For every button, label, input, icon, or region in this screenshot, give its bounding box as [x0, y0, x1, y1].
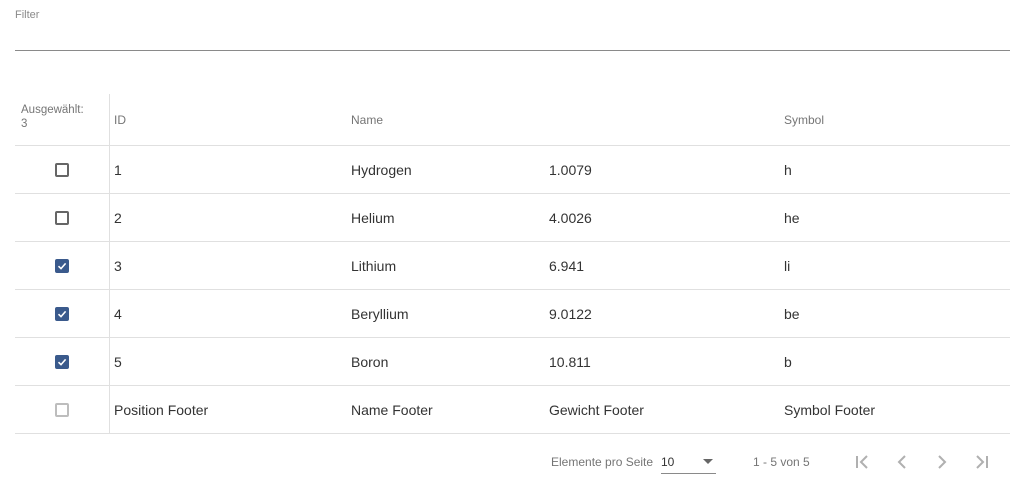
- check-icon: [57, 358, 67, 366]
- check-icon: [57, 262, 67, 270]
- table-header-row: Ausgewählt: 3 ID Name Symbol: [15, 94, 1010, 146]
- cell-weight: 6.941: [549, 257, 585, 274]
- previous-page-button[interactable]: [890, 450, 914, 474]
- table-row[interactable]: 4 Beryllium 9.0122 be: [15, 290, 1010, 338]
- cell-name: Hydrogen: [351, 161, 412, 178]
- cell-name: Beryllium: [351, 305, 409, 322]
- row-select-cell: [15, 242, 110, 289]
- page-size-select[interactable]: 10: [661, 451, 716, 474]
- column-header-weight[interactable]: [549, 94, 779, 145]
- row-checkbox[interactable]: [55, 306, 69, 321]
- row-checkbox[interactable]: [55, 210, 69, 225]
- column-header-symbol[interactable]: Symbol: [784, 94, 1004, 145]
- footer-weight: Gewicht Footer: [549, 401, 644, 418]
- cell-name: Helium: [351, 209, 395, 226]
- filter-label: Filter: [15, 9, 40, 21]
- cell-name: Boron: [351, 353, 389, 370]
- selection-count-header: Ausgewählt: 3: [15, 94, 110, 145]
- cell-weight: 9.0122: [549, 305, 592, 322]
- paginator: Elemente pro Seite 10 1 - 5 von 5: [0, 434, 1015, 489]
- last-page-button[interactable]: [970, 450, 994, 474]
- column-header-name[interactable]: Name: [351, 94, 541, 145]
- footer-select-cell: [15, 386, 110, 433]
- chevron-right-icon: [938, 455, 947, 469]
- selected-count: 3: [21, 118, 28, 130]
- first-page-icon: [856, 455, 868, 469]
- cell-symbol: b: [784, 353, 792, 370]
- cell-name: Lithium: [351, 257, 397, 274]
- cell-symbol: he: [784, 209, 800, 226]
- page-size-value: 10: [661, 455, 675, 469]
- row-checkbox[interactable]: [55, 258, 69, 273]
- row-select-cell: [15, 146, 110, 193]
- footer-checkbox: [55, 402, 69, 417]
- check-icon: [57, 310, 67, 318]
- caret-down-icon: [703, 459, 713, 464]
- next-page-button[interactable]: [930, 450, 954, 474]
- cell-symbol: li: [784, 257, 791, 274]
- cell-weight: 4.0026: [549, 209, 592, 226]
- table-row[interactable]: 3 Lithium 6.941 li: [15, 242, 1010, 290]
- page: Filter Ausgewählt: 3 ID Name Symbol 1 Hy…: [0, 0, 1015, 489]
- table-footer-row: Position Footer Name Footer Gewicht Foot…: [15, 386, 1010, 434]
- selected-label: Ausgewählt:: [21, 104, 84, 116]
- cell-symbol: h: [784, 161, 792, 178]
- cell-id: 5: [114, 353, 122, 370]
- row-checkbox[interactable]: [55, 162, 69, 177]
- row-checkbox[interactable]: [55, 354, 69, 369]
- cell-id: 4: [114, 305, 122, 322]
- footer-symbol: Symbol Footer: [784, 401, 876, 418]
- page-range-label: 1 - 5 von 5: [753, 455, 810, 469]
- row-select-cell: [15, 194, 110, 241]
- filter-input[interactable]: [15, 30, 1010, 51]
- table-row[interactable]: 5 Boron 10.811 b: [15, 338, 1010, 386]
- column-header-id[interactable]: ID: [114, 94, 344, 145]
- footer-name: Name Footer: [351, 401, 433, 418]
- cell-weight: 10.811: [549, 353, 591, 370]
- table-row[interactable]: 1 Hydrogen 1.0079 h: [15, 146, 1010, 194]
- cell-weight: 1.0079: [549, 161, 592, 178]
- cell-id: 3: [114, 257, 122, 274]
- last-page-icon: [976, 455, 988, 469]
- row-select-cell: [15, 290, 110, 337]
- chevron-left-icon: [897, 455, 906, 469]
- filter-field[interactable]: Filter: [15, 0, 1010, 52]
- cell-id: 1: [114, 161, 122, 178]
- table-row[interactable]: 2 Helium 4.0026 he: [15, 194, 1010, 242]
- cell-symbol: be: [784, 305, 800, 322]
- elements-table: Ausgewählt: 3 ID Name Symbol 1 Hydrogen …: [15, 94, 1010, 434]
- footer-id: Position Footer: [114, 401, 209, 418]
- first-page-button[interactable]: [850, 450, 874, 474]
- page-size-label: Elemente pro Seite: [551, 455, 654, 469]
- cell-id: 2: [114, 209, 122, 226]
- row-select-cell: [15, 338, 110, 385]
